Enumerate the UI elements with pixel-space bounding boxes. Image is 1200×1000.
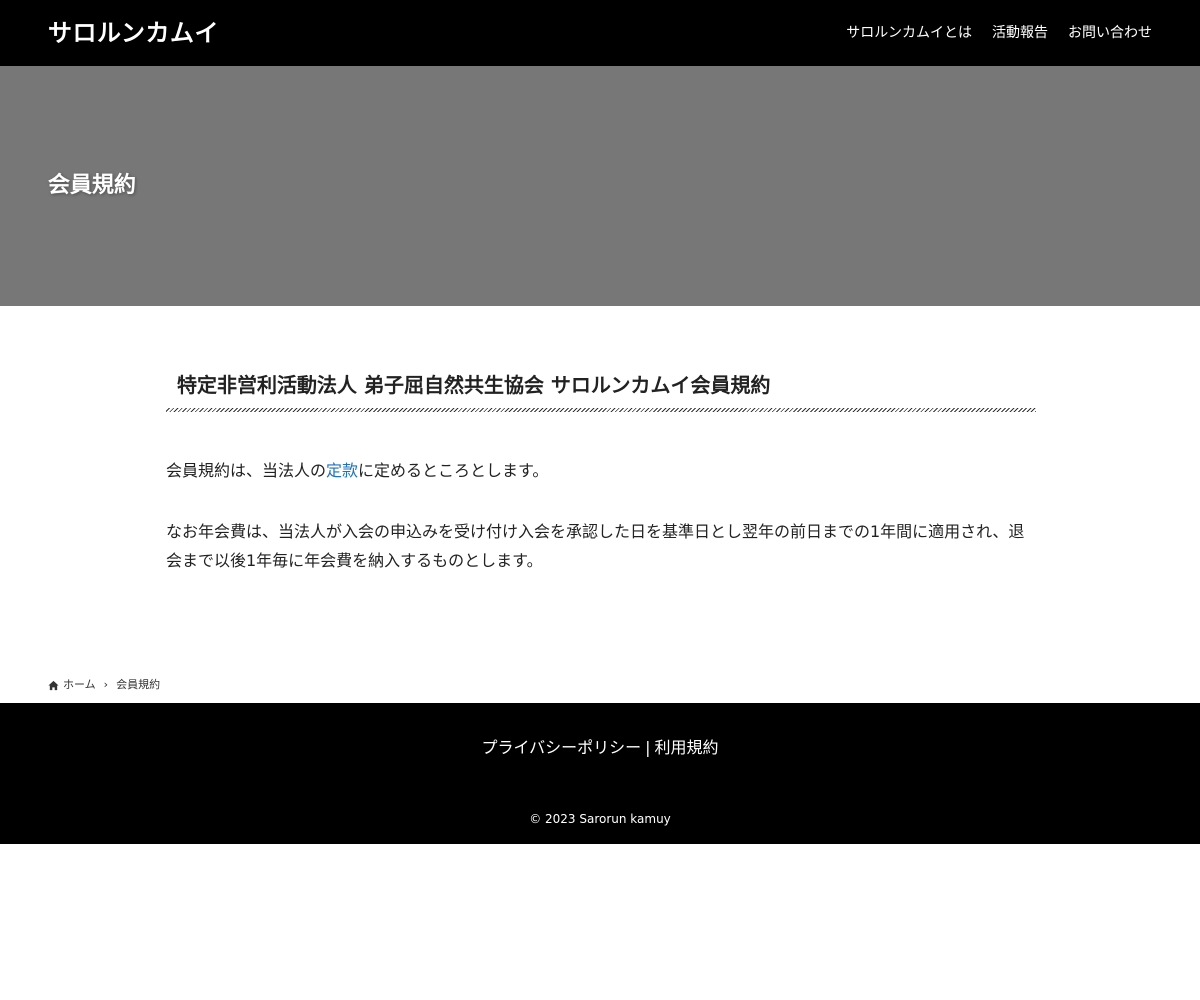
breadcrumb: ホーム › 会員規約 (48, 677, 160, 693)
nav-item-reports[interactable]: 活動報告 (992, 22, 1048, 44)
global-nav: サロルンカムイとは 活動報告 お問い合わせ (846, 22, 1152, 44)
page-title: 会員規約 (48, 173, 137, 198)
article-paragraph-2: なお年会費は、当法人が入会の申込みを受け付け入会を承認した日を基準日とし翌年の前… (166, 522, 1025, 570)
articles-of-incorporation-link[interactable]: 定款 (326, 461, 358, 480)
footer-links: プライバシーポリシー | 利用規約 (0, 737, 1200, 759)
site-footer: プライバシーポリシー | 利用規約 © 2023 Sarorun kamuy (0, 703, 1200, 844)
chevron-right-icon: › (103, 678, 109, 691)
footer-link-separator: | (645, 738, 651, 757)
site-title-link[interactable]: サロルンカムイ (48, 17, 219, 49)
para1-text-before: 会員規約は、当法人の (166, 461, 327, 480)
para1-text-after: に定めるところとします。 (358, 461, 549, 480)
terms-of-use-link[interactable]: 利用規約 (655, 738, 719, 757)
page-hero: 会員規約 (0, 66, 1200, 306)
breadcrumb-current: 会員規約 (116, 678, 161, 691)
copyright: © 2023 Sarorun kamuy (529, 812, 671, 826)
main-content: 特定非営利活動法人 弟子屈自然共生協会 サロルンカムイ会員規約 会員規約は、当法… (166, 306, 1036, 575)
article-paragraph-1: 会員規約は、当法人の定款に定めるところとします。 (166, 456, 1036, 485)
breadcrumb-home-link[interactable]: ホーム (63, 677, 96, 693)
nav-item-contact[interactable]: お問い合わせ (1068, 22, 1152, 44)
article-heading: 特定非営利活動法人 弟子屈自然共生協会 サロルンカムイ会員規約 (166, 366, 1036, 412)
site-header: サロルンカムイ サロルンカムイとは 活動報告 お問い合わせ (0, 0, 1200, 66)
privacy-policy-link[interactable]: プライバシーポリシー (481, 738, 641, 757)
home-icon (48, 680, 59, 690)
nav-item-about[interactable]: サロルンカムイとは (846, 22, 972, 44)
